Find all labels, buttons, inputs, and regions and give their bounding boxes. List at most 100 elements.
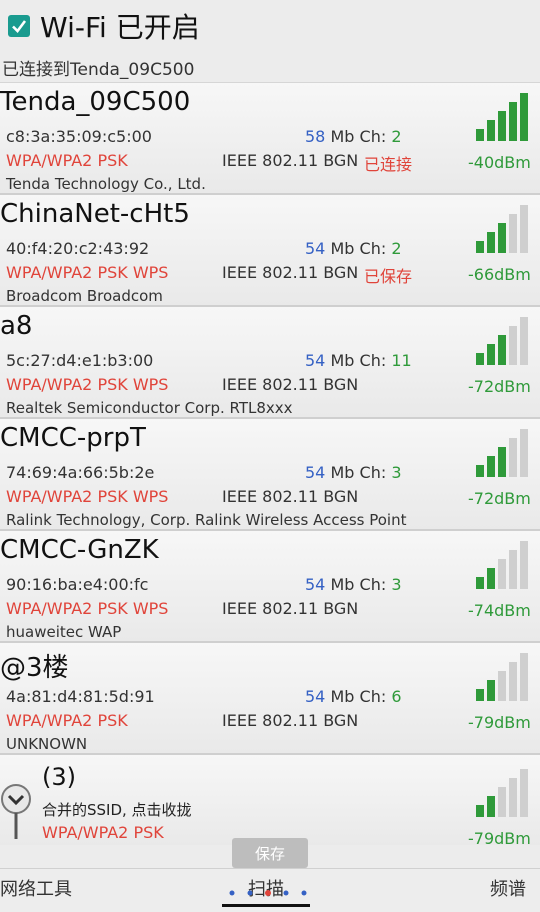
network-state: 已保存 — [364, 267, 413, 286]
scan-progress-dots-icon — [229, 890, 307, 896]
network-row[interactable]: @3楼 4a:81:d4:81:5d:91 54 Mb Ch: 6 WPA/WPA2 … — [0, 643, 540, 755]
tab-scan[interactable]: 扫描 — [248, 875, 284, 901]
speed-unit: Mb — [330, 575, 355, 594]
network-standard: IEEE 802.11 BGN — [222, 375, 359, 394]
save-toast: 保存 — [232, 838, 308, 868]
signal-strength-icon — [476, 769, 528, 817]
tab-network-tools[interactable]: 网络工具 — [0, 875, 72, 901]
network-security: WPA/WPA2 PSK WPS — [6, 375, 169, 394]
signal-bar — [520, 541, 528, 589]
network-vendor: Realtek Semiconductor Corp. RTL8xxx — [6, 399, 293, 417]
network-mac: 40:f4:20:c2:43:92 — [6, 239, 150, 258]
network-vendor: Broadcom Broadcom — [6, 287, 163, 305]
network-row[interactable]: ChinaNet-cHt5 40:f4:20:c2:43:92 54 Mb Ch: … — [0, 195, 540, 307]
network-channel: 11 — [391, 351, 412, 370]
channel-label: Ch: — [359, 463, 387, 482]
network-mac: 90:16:ba:e4:00:fc — [6, 575, 149, 594]
signal-bar — [498, 447, 506, 477]
signal-bar — [520, 205, 528, 253]
signal-bar — [498, 559, 506, 589]
channel-label: Ch: — [359, 687, 387, 706]
signal-bar — [487, 344, 495, 365]
network-ssid: CMCC-prpT — [0, 423, 146, 453]
signal-bar — [509, 326, 517, 365]
signal-strength-icon — [476, 317, 528, 365]
network-channel: 3 — [391, 463, 402, 482]
signal-bar — [487, 568, 495, 589]
group-description: 合并的SSID, 点击收拢 — [42, 801, 192, 819]
network-speed: 54 — [305, 463, 326, 482]
signal-bar — [520, 317, 528, 365]
network-ssid: @3楼 — [0, 653, 69, 683]
network-vendor: Ralink Technology, Corp. Ralink Wireless… — [6, 511, 407, 529]
merged-ssid-group[interactable]: (3) 合并的SSID, 点击收拢 WPA/WPA2 PSK -79dBm — [0, 755, 540, 848]
network-vendor: UNKNOWN — [6, 735, 88, 753]
wifi-status-title: Wi-Fi 已开启 — [40, 11, 200, 44]
network-mac: 74:69:4a:66:5b:2e — [6, 463, 155, 482]
speed-unit: Mb — [330, 127, 355, 146]
signal-bar — [476, 129, 484, 141]
network-speed-channel: 54 Mb Ch: 2 — [305, 239, 402, 258]
checkmark-icon — [12, 20, 27, 33]
signal-bar — [476, 577, 484, 589]
signal-strength-icon — [476, 429, 528, 477]
signal-bar — [476, 241, 484, 253]
signal-bar — [498, 671, 506, 701]
tab-spectrum[interactable]: 频谱 — [490, 875, 526, 901]
wifi-toggle-checkbox[interactable] — [8, 15, 30, 37]
collapse-pin-icon[interactable] — [0, 781, 32, 841]
signal-bar — [520, 769, 528, 817]
network-security: WPA/WPA2 PSK — [6, 711, 128, 730]
signal-bar — [476, 805, 484, 817]
network-speed: 54 — [305, 351, 326, 370]
channel-label: Ch: — [359, 127, 387, 146]
signal-bar — [498, 111, 506, 141]
network-speed: 54 — [305, 575, 326, 594]
group-count: (3) — [42, 763, 76, 791]
network-speed-channel: 54 Mb Ch: 11 — [305, 351, 412, 370]
network-list: Tenda_09C500 c8:3a:35:09:c5:00 58 Mb Ch: 2… — [0, 83, 540, 755]
signal-bar — [476, 353, 484, 365]
network-speed: 58 — [305, 127, 326, 146]
signal-bar — [476, 689, 484, 701]
network-channel: 2 — [391, 239, 402, 258]
signal-bar — [487, 456, 495, 477]
network-signal: -74dBm — [468, 601, 531, 620]
network-speed-channel: 54 Mb Ch: 6 — [305, 687, 402, 706]
signal-bar — [498, 335, 506, 365]
network-row[interactable]: CMCC-GnZK 90:16:ba:e4:00:fc 54 Mb Ch: 3 WPA… — [0, 531, 540, 643]
speed-unit: Mb — [330, 463, 355, 482]
signal-bar — [520, 93, 528, 141]
network-mac: c8:3a:35:09:c5:00 — [6, 127, 152, 146]
channel-label: Ch: — [359, 239, 387, 258]
signal-bar — [487, 680, 495, 701]
signal-strength-icon — [476, 93, 528, 141]
channel-label: Ch: — [359, 575, 387, 594]
signal-bar — [509, 662, 517, 701]
channel-label: Ch: — [359, 351, 387, 370]
network-row[interactable]: Tenda_09C500 c8:3a:35:09:c5:00 58 Mb Ch: 2… — [0, 83, 540, 195]
signal-strength-icon — [476, 541, 528, 589]
network-mac: 5c:27:d4:e1:b3:00 — [6, 351, 154, 370]
network-speed-channel: 58 Mb Ch: 2 — [305, 127, 402, 146]
signal-bar — [476, 465, 484, 477]
signal-bar — [509, 102, 517, 141]
network-channel: 2 — [391, 127, 402, 146]
network-standard: IEEE 802.11 BGN — [222, 263, 359, 282]
network-standard: IEEE 802.11 BGN — [222, 711, 359, 730]
network-speed: 54 — [305, 239, 326, 258]
group-security: WPA/WPA2 PSK — [42, 823, 164, 842]
signal-bar — [509, 550, 517, 589]
active-tab-indicator — [222, 904, 310, 907]
network-speed: 54 — [305, 687, 326, 706]
connection-status: 已连接到Tenda_09C500 — [0, 52, 540, 83]
network-signal: -72dBm — [468, 489, 531, 508]
network-row[interactable]: a8 5c:27:d4:e1:b3:00 54 Mb Ch: 11 WPA/WPA2 … — [0, 307, 540, 419]
signal-bar — [520, 653, 528, 701]
wifi-header: Wi-Fi 已开启 — [0, 0, 540, 52]
group-signal: -79dBm — [468, 829, 531, 848]
network-security: WPA/WPA2 PSK — [6, 151, 128, 170]
signal-bar — [487, 796, 495, 817]
speed-unit: Mb — [330, 239, 355, 258]
network-row[interactable]: CMCC-prpT 74:69:4a:66:5b:2e 54 Mb Ch: 3 WPA… — [0, 419, 540, 531]
